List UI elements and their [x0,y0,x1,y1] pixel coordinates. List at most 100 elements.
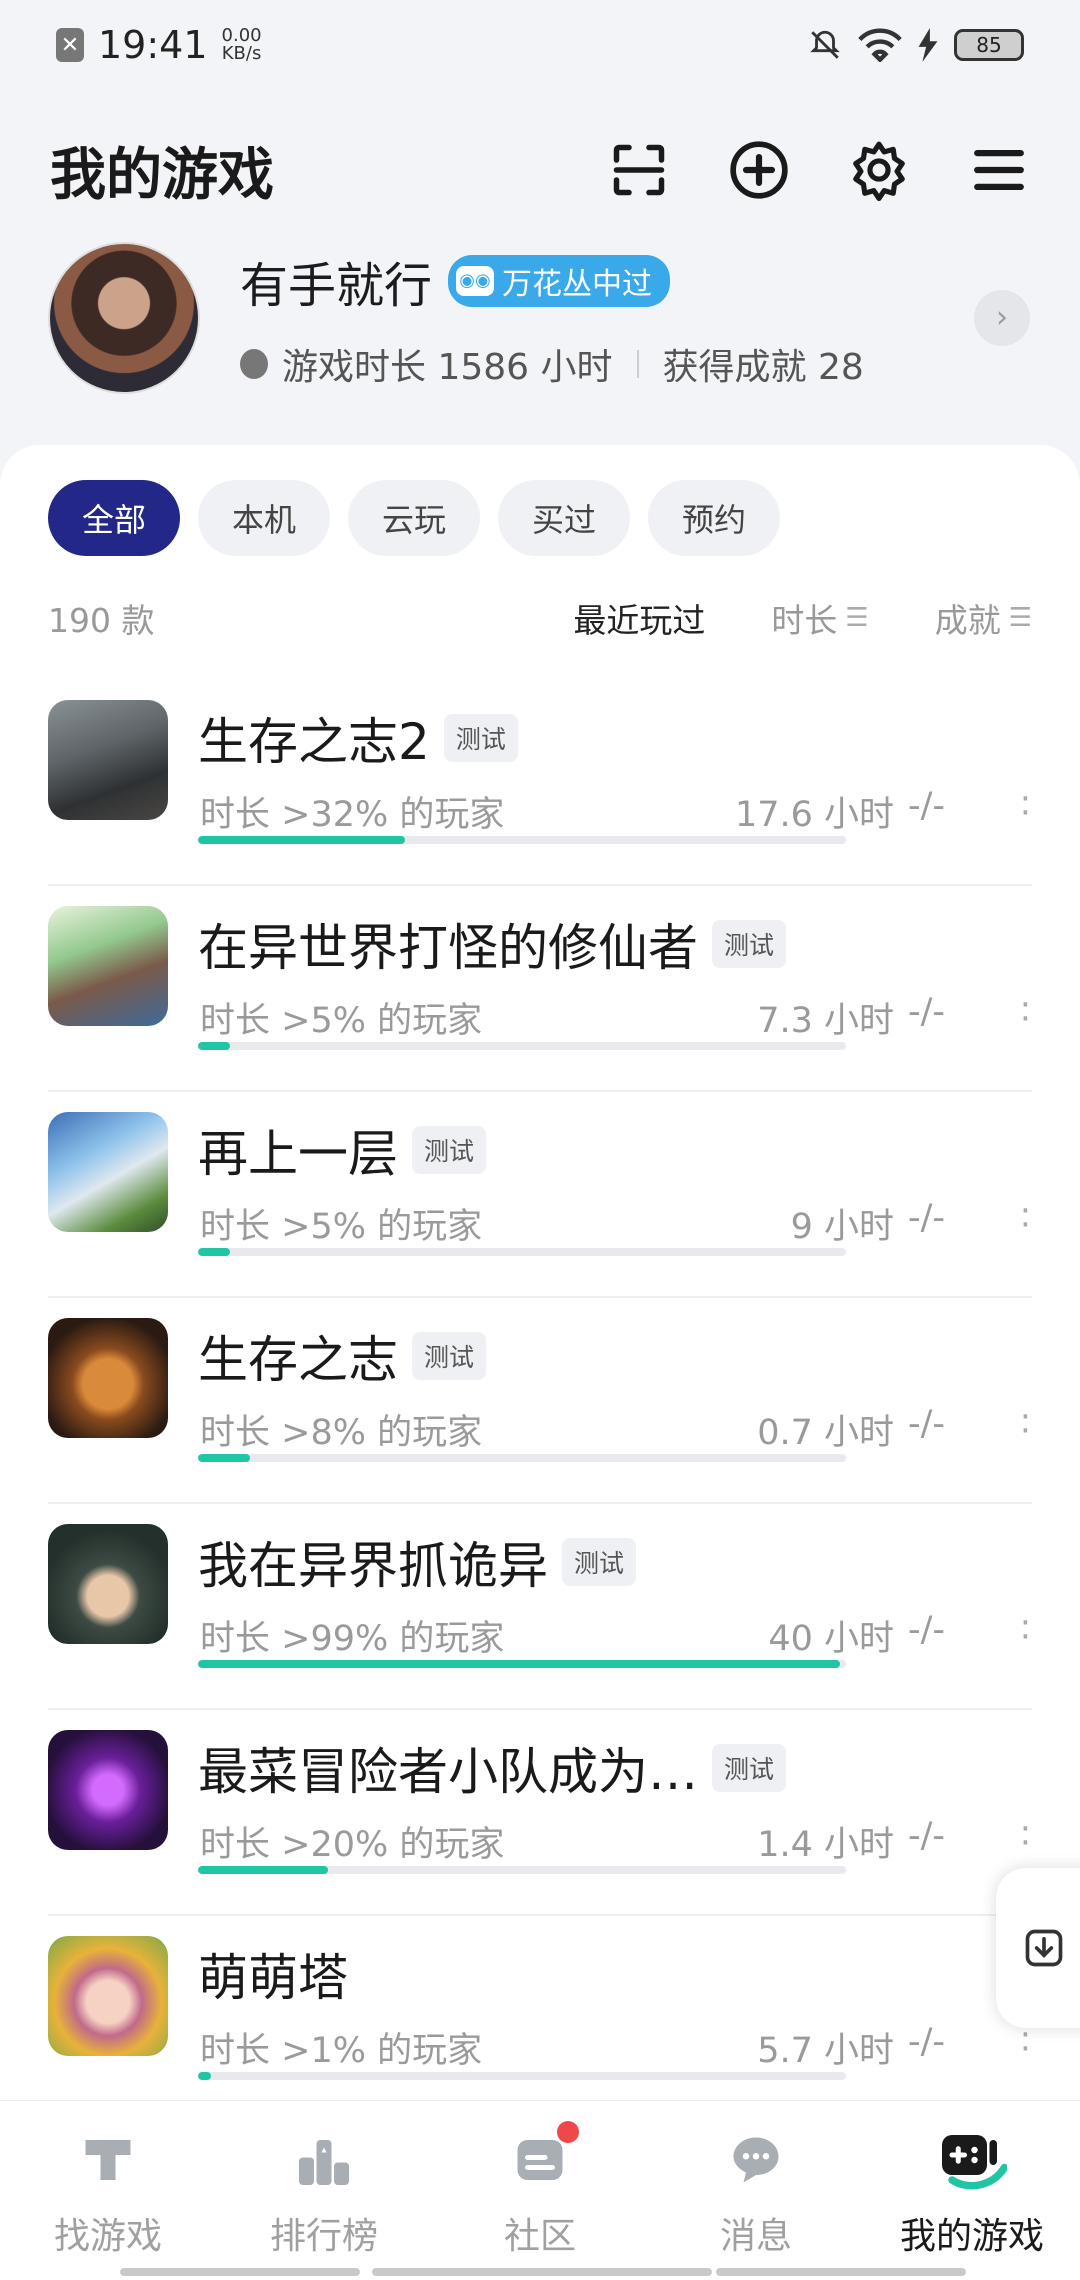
nav-find-game[interactable]: 找游戏 [0,2101,216,2280]
playtime-bar [198,1454,846,1462]
more-options-icon[interactable]: · · [1020,1400,1031,1448]
charging-icon [918,28,938,62]
game-title: 在异世界打怪的修仙者 [198,919,698,977]
game-icon[interactable] [48,906,168,1026]
avatar[interactable] [48,241,200,394]
game-icon[interactable] [48,700,168,820]
game-row[interactable]: 在异世界打怪的修仙者 测试 时长 >5% 的玩家 7.3 小时 -/- · · [48,886,1032,1092]
scan-icon[interactable] [608,139,670,201]
game-title: 生存之志 [198,1331,398,1389]
playtime-percentile: 时长 >8% 的玩家 [200,1413,483,1453]
more-options-icon[interactable]: · · [1020,782,1031,830]
filter-all[interactable]: 全部 [48,480,180,556]
nav-my-games[interactable]: 我的游戏 [864,2101,1080,2280]
sort-icon: ☰ [1008,603,1032,633]
profile-section[interactable]: 有手就行 ◉◉ 万花丛中过 游戏时长 1586 小时 获得成就 28 › [48,240,1032,395]
playtime-hours: 5.7 小时 [757,2031,894,2071]
more-options-icon[interactable]: · · [1020,2018,1031,2066]
filter-cloud[interactable]: 云玩 [348,480,480,556]
game-row[interactable]: 我在异界抓诡异 测试 时长 >99% 的玩家 40 小时 -/- · · [48,1504,1032,1710]
achievement-progress: -/- [908,1198,946,1238]
test-tag: 测试 [562,1538,637,1586]
test-tag: 测试 [443,714,518,762]
playtime-bar [198,1248,846,1256]
home-indicator [372,2268,712,2276]
playtime-bar [198,2072,846,2080]
playtime-percentile: 时长 >1% 的玩家 [200,2031,483,2071]
game-icon[interactable] [48,1936,168,2056]
games-card: 全部 本机 云玩 买过 预约 190 款 最近玩过 时长 ☰ 成就 ☰ 生存之志2 测… [0,445,1080,2122]
game-icon[interactable] [48,1318,168,1438]
nav-label: 找游戏 [53,2216,162,2257]
username: 有手就行 [240,257,433,314]
message-icon [721,2127,791,2193]
game-title: 最菜冒险者小队成为… [198,1743,698,1801]
sort-achievement[interactable]: 成就 ☰ [935,594,1032,642]
game-icon[interactable] [48,1112,168,1232]
menu-icon[interactable] [968,139,1030,201]
gamepad-badge-icon: ◉◉ [456,265,495,296]
playtime-bar-fill [198,1454,250,1462]
playtime-bar [198,1660,846,1668]
filter-purchased[interactable]: 买过 [498,480,630,556]
nav-community[interactable]: 社区 [432,2101,648,2280]
notification-dot [557,2121,579,2143]
playtime-hours: 1.4 小时 [757,1825,894,1865]
ranking-icon [289,2127,359,2193]
game-row[interactable]: 再上一层 测试 时长 >5% 的玩家 9 小时 -/- · · [48,1092,1032,1298]
game-title: 生存之志2 [198,713,430,771]
test-tag: 测试 [412,1126,487,1174]
sort-duration[interactable]: 时长 ☰ [771,594,868,642]
playtime-bar-fill [198,2072,211,2080]
battery-indicator: 85 [954,29,1024,61]
playtime-bar-fill [198,836,406,844]
game-title: 再上一层 [198,1125,398,1183]
game-row[interactable]: 生存之志2 测试 时长 >32% 的玩家 17.6 小时 -/- · · [48,680,1032,886]
playtime-bar-fill [198,1660,840,1668]
playtime-hours: 0.7 小时 [757,1413,894,1453]
status-time: 19:41 [98,23,208,67]
playtime-bar-fill [198,1866,328,1874]
notification-close-icon: ✕ [56,28,84,62]
badge-label: 万花丛中过 [502,266,653,302]
network-speed: 0.00 KB/s [221,25,262,64]
download-icon [1025,1929,1063,1967]
game-row[interactable]: 最菜冒险者小队成为… 测试 时长 >20% 的玩家 1.4 小时 -/- · · [48,1710,1032,1916]
playtime-percentile: 时长 >32% 的玩家 [200,795,505,835]
playtime-stat: 游戏时长 1586 小时 [282,346,613,388]
community-icon [505,2121,579,2193]
filter-chips: 全部 本机 云玩 买过 预约 [48,480,780,556]
sort-recent[interactable]: 最近玩过 [573,594,705,642]
title-badge[interactable]: ◉◉ 万花丛中过 [448,254,671,307]
nav-ranking[interactable]: 排行榜 [216,2101,432,2280]
timer-icon [240,348,268,379]
more-options-icon[interactable]: · · [1020,1606,1031,1654]
mute-icon [810,30,840,59]
filter-reserved[interactable]: 预约 [648,480,780,556]
playtime-bar [198,1866,846,1874]
more-options-icon[interactable]: · · [1020,1194,1031,1242]
game-row[interactable]: 生存之志 测试 时长 >8% 的玩家 0.7 小时 -/- · · [48,1298,1032,1504]
filter-local[interactable]: 本机 [198,480,330,556]
add-circle-icon[interactable] [728,139,790,201]
playtime-hours: 17.6 小时 [734,795,894,835]
game-icon[interactable] [48,1524,168,1644]
game-count: 190 款 [48,601,155,640]
chevron-right-icon[interactable]: › [974,289,1030,346]
game-list: 生存之志2 测试 时长 >32% 的玩家 17.6 小时 -/- · · 在异世界打… [48,680,1032,2122]
playtime-percentile: 时长 >5% 的玩家 [200,1207,483,1247]
bottom-nav: 找游戏 排行榜 社区 消息 我的游戏 [0,2100,1080,2280]
game-row[interactable]: 萌萌塔 时长 >1% 的玩家 5.7 小时 -/- · · [48,1916,1032,2122]
nav-label: 排行榜 [269,2216,378,2257]
download-float-button[interactable] [996,1868,1080,2028]
achievements-stat: 获得成就 28 [662,346,864,388]
playtime-percentile: 时长 >99% 的玩家 [200,1619,505,1659]
sort-bar: 190 款 最近玩过 时长 ☰ 成就 ☰ [48,593,1032,643]
more-options-icon[interactable]: · · [1020,1812,1031,1860]
achievement-progress: -/- [908,1816,946,1856]
settings-icon[interactable] [848,139,910,201]
nav-message[interactable]: 消息 [648,2101,864,2280]
playtime-bar-fill [198,1042,231,1050]
more-options-icon[interactable]: · · [1020,988,1031,1036]
game-icon[interactable] [48,1730,168,1850]
